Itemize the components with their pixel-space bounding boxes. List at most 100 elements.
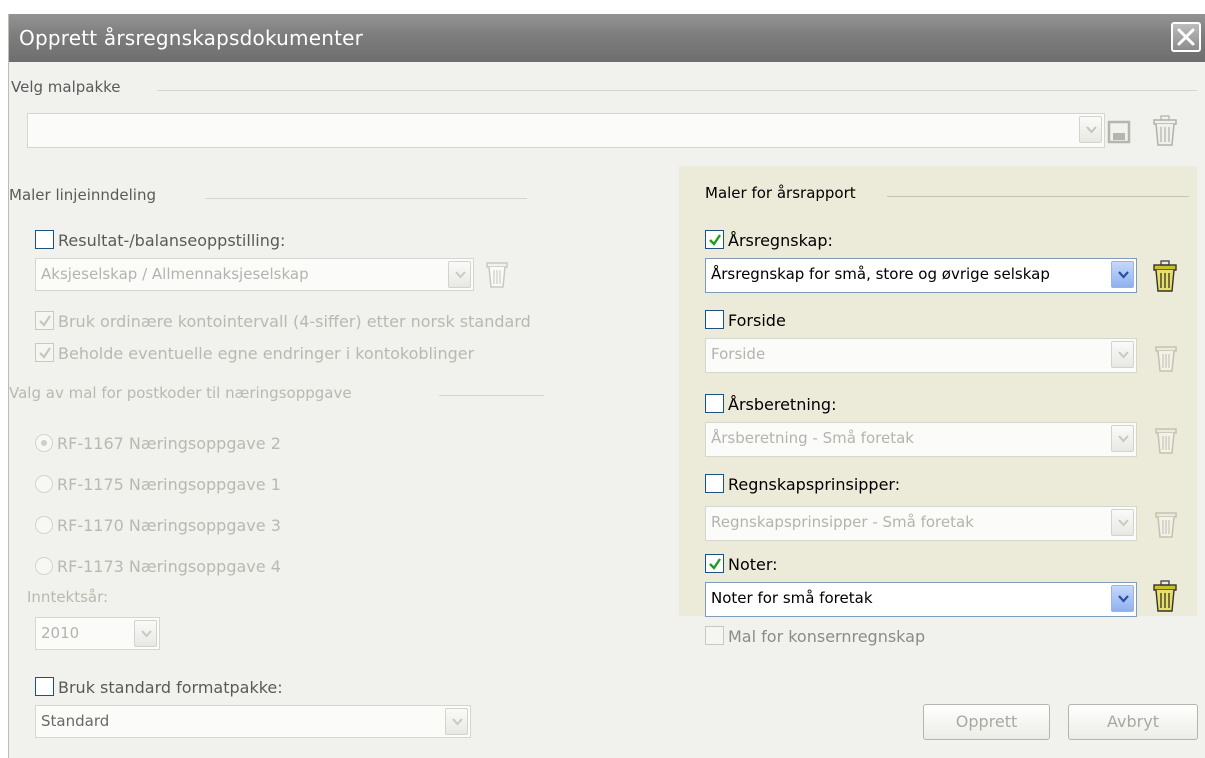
inntektsar-label: Inntektsår: <box>27 588 109 606</box>
trash-icon[interactable] <box>1153 342 1179 374</box>
radio-rf1170[interactable]: RF-1170 Næringsoppgave 3 <box>35 516 281 535</box>
prinsipper-combo-value: Regnskapsprinsipper - Små foretak <box>711 513 974 531</box>
arsberetning-checkbox[interactable] <box>705 394 724 413</box>
arsrapport-panel: Maler for årsrapport Årsregnskap: Årsreg… <box>679 166 1197 617</box>
inntektsar-value: 2010 <box>41 624 80 642</box>
radio-rf1175[interactable]: RF-1175 Næringsoppgave 1 <box>35 475 281 494</box>
chevron-down-icon <box>1118 271 1129 279</box>
radio-rf1173[interactable]: RF-1173 Næringsoppgave 4 <box>35 557 281 576</box>
prinsipper-label: Regnskapsprinsipper: <box>728 475 901 494</box>
arsregnskap-checkbox[interactable] <box>705 230 724 249</box>
arsberetning-combo[interactable]: Årsberetning - Små foretak <box>705 422 1137 457</box>
arsregnskap-checkbox-row[interactable]: Årsregnskap: <box>705 230 833 250</box>
checkmark-icon <box>39 347 51 359</box>
radio-button[interactable] <box>35 434 53 452</box>
radio-button[interactable] <box>35 475 53 493</box>
konsern-checkbox[interactable] <box>705 626 724 645</box>
noter-combo-value: Noter for små foretak <box>711 589 873 607</box>
forside-dropdown-button[interactable] <box>1111 341 1134 368</box>
prinsipper-combo[interactable]: Regnskapsprinsipper - Små foretak <box>705 506 1137 541</box>
chevron-down-icon <box>452 718 463 726</box>
kontointervall-checkbox[interactable] <box>35 311 54 330</box>
kontointervall-label: Bruk ordinære kontointervall (4-siffer) … <box>58 312 531 331</box>
malpakke-dropdown-button[interactable] <box>1079 116 1102 143</box>
inntektsar-dropdown-button[interactable] <box>134 620 157 647</box>
beholde-checkbox-row[interactable]: Beholde eventuelle egne endringer i kont… <box>35 343 474 363</box>
resultat-checkbox[interactable] <box>35 230 54 249</box>
resultat-dropdown-button[interactable] <box>448 261 471 288</box>
arsregnskap-combo[interactable]: Årsregnskap for små, store og øvrige sel… <box>705 258 1137 293</box>
kontointervall-checkbox-row[interactable]: Bruk ordinære kontointervall (4-siffer) … <box>35 311 531 331</box>
prinsipper-checkbox-row[interactable]: Regnskapsprinsipper: <box>705 474 900 494</box>
radio-button[interactable] <box>35 557 53 575</box>
postkoder-label: Valg av mal for postkoder til næringsopp… <box>9 384 352 402</box>
chevron-down-icon <box>141 630 152 638</box>
chevron-down-icon <box>455 271 466 279</box>
forside-combo-value: Forside <box>711 345 766 363</box>
arsberetning-dropdown-button[interactable] <box>1111 425 1134 452</box>
chevron-down-icon <box>1118 351 1129 359</box>
forside-combo[interactable]: Forside <box>705 338 1137 373</box>
arsberetning-label: Årsberetning: <box>728 395 837 414</box>
formatpakke-dropdown-button[interactable] <box>445 708 468 735</box>
close-button[interactable] <box>1171 22 1201 52</box>
noter-checkbox[interactable] <box>705 554 724 573</box>
title-bar: Opprett årsregnskapsdokumenter <box>9 14 1205 62</box>
noter-checkbox-row[interactable]: Noter: <box>705 554 778 574</box>
malpakke-combo[interactable] <box>27 113 1105 148</box>
trash-icon[interactable] <box>1151 260 1179 294</box>
noter-dropdown-button[interactable] <box>1111 585 1134 612</box>
left-group-label: Maler linjeinndeling <box>9 186 156 204</box>
noter-label: Noter: <box>728 555 778 574</box>
konsern-label: Mal for konsernregnskap <box>728 627 926 646</box>
trash-icon[interactable] <box>484 258 510 290</box>
trash-icon[interactable] <box>1153 424 1179 456</box>
checkmark-icon <box>709 558 721 570</box>
chevron-down-icon <box>1086 126 1097 134</box>
arsberetning-combo-value: Årsberetning - Små foretak <box>711 429 914 447</box>
trash-icon[interactable] <box>1150 114 1180 148</box>
arsregnskap-combo-value: Årsregnskap for små, store og øvrige sel… <box>711 265 1050 283</box>
malpakke-group-label: Velg malpakke <box>11 78 121 96</box>
noter-combo[interactable]: Noter for små foretak <box>705 582 1137 617</box>
avbryt-button[interactable]: Avbryt <box>1068 704 1198 740</box>
malpakke-divider <box>157 90 1197 91</box>
dialog-window: Opprett årsregnskapsdokumenter Velg malp… <box>8 14 1205 758</box>
formatpakke-combo[interactable]: Standard <box>35 705 471 738</box>
radio-rf1167[interactable]: RF-1167 Næringsoppgave 2 <box>35 434 281 453</box>
window-title: Opprett årsregnskapsdokumenter <box>19 26 364 50</box>
arsregnskap-dropdown-button[interactable] <box>1111 261 1134 288</box>
radio-label: RF-1170 Næringsoppgave 3 <box>57 516 281 535</box>
save-icon[interactable] <box>1107 120 1131 144</box>
resultat-checkbox-row[interactable]: Resultat-/balanseoppstilling: <box>35 230 285 250</box>
left-divider <box>205 198 527 199</box>
inntektsar-combo[interactable]: 2010 <box>35 617 160 650</box>
beholde-checkbox[interactable] <box>35 343 54 362</box>
resultat-combo[interactable]: Aksjeselskap / Allmennaksjeselskap <box>35 258 474 291</box>
prinsipper-checkbox[interactable] <box>705 474 724 493</box>
konsern-checkbox-row[interactable]: Mal for konsernregnskap <box>705 626 925 646</box>
radio-label: RF-1173 Næringsoppgave 4 <box>57 557 281 576</box>
checkmark-icon <box>39 315 51 327</box>
trash-icon[interactable] <box>1151 580 1179 614</box>
arsregnskap-label: Årsregnskap: <box>728 231 833 250</box>
arsberetning-checkbox-row[interactable]: Årsberetning: <box>705 394 836 414</box>
right-divider <box>887 196 1189 197</box>
checkmark-icon <box>709 234 721 246</box>
resultat-combo-value: Aksjeselskap / Allmennaksjeselskap <box>41 265 309 283</box>
radio-label: RF-1175 Næringsoppgave 1 <box>57 475 281 494</box>
beholde-label: Beholde eventuelle egne endringer i kont… <box>58 344 475 363</box>
trash-icon[interactable] <box>1153 508 1179 540</box>
formatpakke-checkbox[interactable] <box>35 677 54 696</box>
close-icon <box>1177 28 1195 46</box>
forside-checkbox[interactable] <box>705 310 724 329</box>
opprett-button[interactable]: Opprett <box>923 704 1050 740</box>
formatpakke-checkbox-row[interactable]: Bruk standard formatpakke: <box>35 677 283 697</box>
prinsipper-dropdown-button[interactable] <box>1111 509 1134 536</box>
resultat-label: Resultat-/balanseoppstilling: <box>58 231 286 250</box>
radio-button[interactable] <box>35 516 53 534</box>
formatpakke-label: Bruk standard formatpakke: <box>58 678 283 697</box>
postkoder-divider <box>439 395 544 396</box>
forside-checkbox-row[interactable]: Forside <box>705 310 786 330</box>
chevron-down-icon <box>1118 519 1129 527</box>
